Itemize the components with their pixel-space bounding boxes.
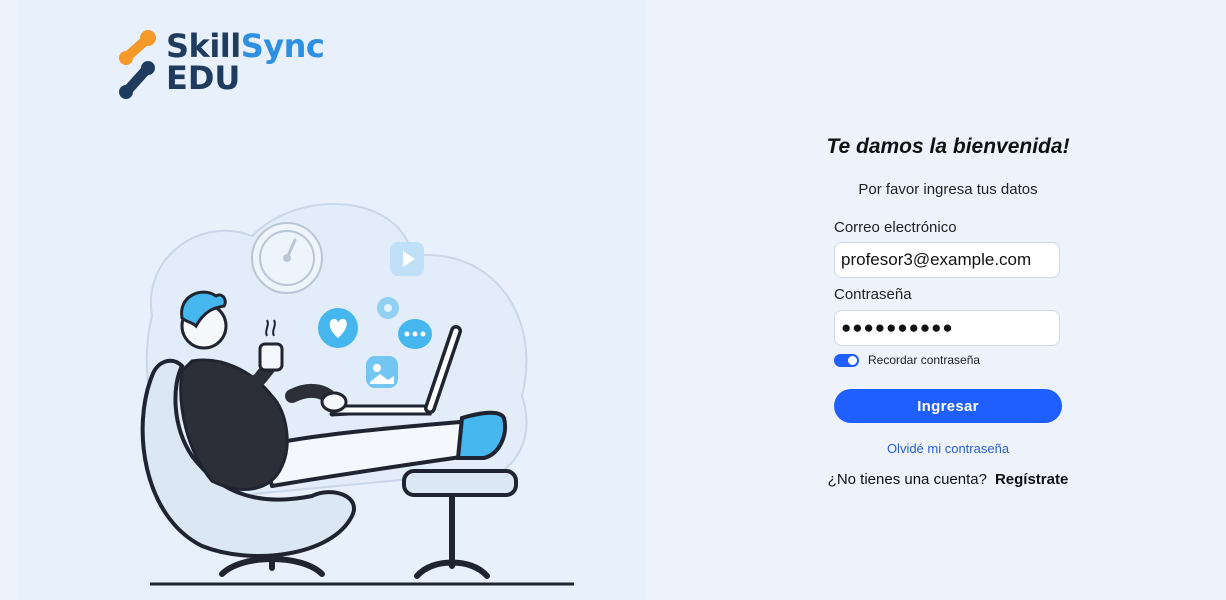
register-link[interactable]: Regístrate xyxy=(995,471,1068,488)
toggle-knob xyxy=(848,355,857,365)
image-icon xyxy=(366,356,398,388)
chat-icon xyxy=(398,319,432,349)
video-icon xyxy=(390,242,424,276)
welcome-heading: Te damos la bienvenida! xyxy=(826,135,1070,158)
login-page: SkillSync EDU Te damos la bienvenida! Po… xyxy=(0,0,1226,600)
email-label: Correo electrónico xyxy=(834,219,957,236)
person-with-laptop-illustration xyxy=(140,202,574,586)
register-row: ¿No tienes una cuenta? Regístrate xyxy=(822,471,1074,488)
password-field[interactable] xyxy=(834,310,1060,346)
logo-mark-icon xyxy=(119,30,156,99)
clock-icon xyxy=(251,222,323,294)
no-account-text: ¿No tienes una cuenta? xyxy=(827,471,987,488)
heart-icon xyxy=(318,308,358,348)
form-subtitle: Por favor ingresa tus datos xyxy=(858,181,1038,198)
small-dot-icon xyxy=(377,297,399,319)
logo-edu-text: EDU xyxy=(166,59,241,97)
login-button[interactable]: Ingresar xyxy=(834,389,1062,423)
remember-password-toggle[interactable] xyxy=(834,353,859,367)
logo-sync-text: Sync xyxy=(240,27,325,65)
remember-password-row: Recordar contraseña xyxy=(834,352,980,368)
remember-password-label: Recordar contraseña xyxy=(868,353,981,367)
email-field[interactable] xyxy=(834,242,1060,278)
logo-wordmark: SkillSync EDU xyxy=(166,27,325,97)
password-label: Contraseña xyxy=(834,286,912,303)
skillsync-logo: SkillSync EDU xyxy=(118,28,338,108)
forgot-password-link[interactable]: Olvidé mi contraseña xyxy=(822,441,1074,456)
